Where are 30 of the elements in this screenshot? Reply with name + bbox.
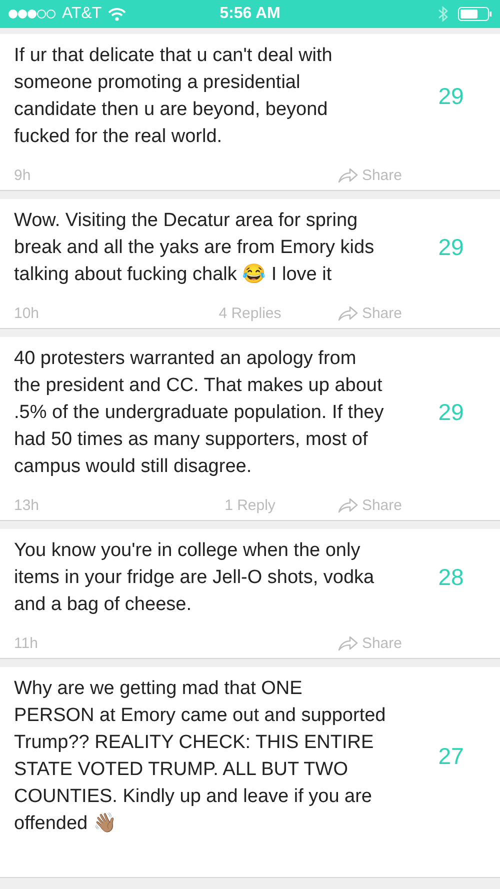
- status-time: 5:56 AM: [220, 5, 280, 23]
- vote-score: 27: [437, 742, 465, 770]
- post-time: 10h: [14, 304, 40, 322]
- share-icon: [338, 167, 358, 183]
- share-button[interactable]: Share: [338, 166, 402, 184]
- share-button[interactable]: Share: [338, 496, 402, 514]
- share-icon: [338, 497, 358, 513]
- vote-score: 29: [437, 399, 465, 426]
- vote-score: 29: [437, 82, 465, 110]
- vote-score: 28: [437, 564, 465, 591]
- post-text: You know you're in college when the only items in your fridge are Jell-O shots, vodka and a bag of cheese.: [14, 539, 376, 617]
- battery-icon: [458, 7, 492, 21]
- wifi-icon: [108, 8, 126, 20]
- post-time: 11h: [14, 634, 38, 652]
- carrier-name: AT&T: [62, 5, 102, 23]
- post-time: 13h: [14, 496, 40, 514]
- post-text: Why are we getting mad that ONE PERSON at Emory came out and supported Trump?? REALITY CHECK: THIS ENTIRE STATE VOTED TRUMP. ALL BUT TWO COUNTIES. Kindly up and leave if you are offended 👋🏽: [14, 677, 386, 836]
- share-button[interactable]: Share: [338, 304, 402, 322]
- vote-score: 29: [437, 234, 465, 261]
- share-icon: [338, 635, 358, 651]
- share-icon: [338, 305, 358, 321]
- share-button[interactable]: Share: [338, 634, 402, 652]
- bluetooth-icon: [438, 6, 448, 22]
- post-time: 9h: [14, 166, 31, 184]
- post-text: 40 protesters warranted an apology from the president and CC. That makes up about .5% of the undergraduate population. If they had 50 times as many supporters, most of campus would still disagree.: [14, 347, 385, 479]
- replies-link[interactable]: 4 Replies: [218, 304, 282, 322]
- post-text: Wow. Visiting the Decatur area for spring break and all the yaks are from Emory kids talking about fucking chalk 😂 I love it: [14, 209, 376, 287]
- signal-icon: [8, 9, 56, 19]
- replies-link[interactable]: 1 Reply: [224, 496, 276, 514]
- post-text: If ur that delicate that u can't deal with someone promoting a presidential candidate then u are beyond, beyond fucked for the real world.: [14, 44, 334, 149]
